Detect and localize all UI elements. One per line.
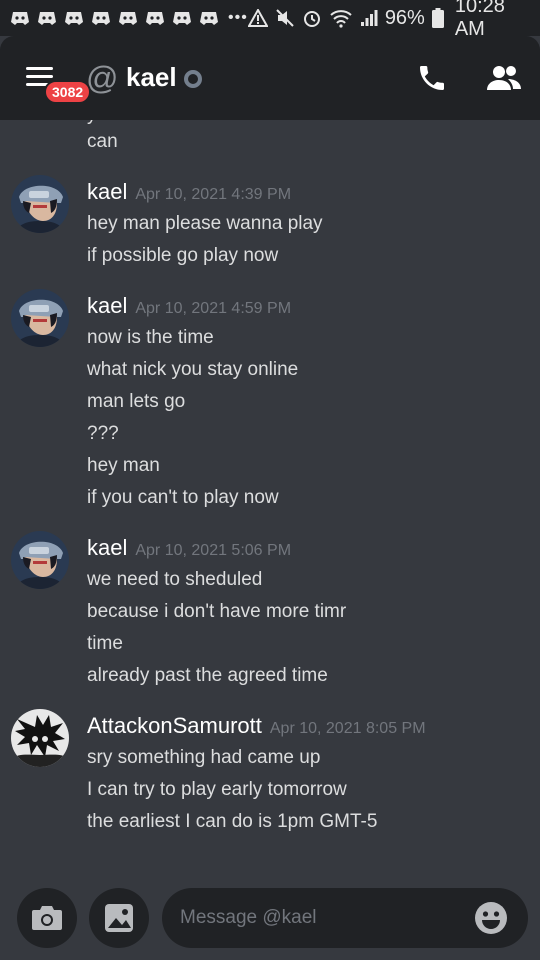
avatar[interactable] [11, 709, 69, 767]
message-list[interactable]: y can kael Apr 10, 2021 4:39 PM hey man p… [0, 120, 540, 860]
discord-notification-icon [37, 11, 57, 25]
message-timestamp: Apr 10, 2021 5:06 PM [135, 542, 292, 559]
phone-call-icon[interactable] [416, 62, 448, 94]
message-text: if possible go play now [87, 245, 279, 266]
message-text: I can try to play early tomorrow [87, 779, 347, 800]
channel-title: kael [126, 62, 177, 92]
discord-notification-icon [10, 11, 30, 25]
battery-level: 96% [384, 6, 425, 29]
message-author[interactable]: kael Apr 10, 2021 4:39 PM [87, 179, 291, 205]
clock: 10:28 AM [454, 0, 505, 40]
unread-count-badge: 3082 [44, 80, 92, 104]
message-text: ??? [87, 423, 119, 444]
message-text: can [87, 131, 118, 152]
message-timestamp: Apr 10, 2021 4:39 PM [135, 186, 292, 203]
warning-icon [247, 9, 268, 27]
message-text: if you can't to play now [87, 487, 279, 508]
offline-status-icon [184, 70, 202, 88]
discord-notification-icon [118, 11, 138, 25]
message-text: what nick you stay online [87, 359, 299, 380]
message-composer: Message @kael [0, 874, 540, 960]
notification-icons: ••• [10, 9, 248, 27]
message-text: man lets go [87, 391, 186, 412]
message-text: sry something had came up [87, 747, 321, 768]
discord-notification-icon [199, 11, 219, 25]
message-text: y [87, 120, 97, 126]
camera-button[interactable] [17, 888, 77, 948]
message-text: hey man [87, 455, 160, 476]
message-text: hey man please wanna play [87, 213, 323, 234]
message-text: time [87, 633, 123, 654]
author-name[interactable]: kael [87, 293, 127, 318]
channel-header: @ kael [0, 36, 540, 120]
wifi-icon [329, 8, 353, 28]
signal-icon [360, 9, 378, 27]
avatar[interactable] [11, 175, 69, 233]
message-input-placeholder: Message @kael [180, 907, 317, 928]
author-name[interactable]: AttackonSamurott [87, 713, 262, 738]
author-name[interactable]: kael [87, 535, 127, 560]
mute-icon [275, 8, 295, 28]
image-icon [105, 904, 133, 932]
hamburger-icon [26, 67, 53, 70]
message-author[interactable]: kael Apr 10, 2021 4:59 PM [87, 293, 291, 319]
discord-notification-icon [172, 11, 192, 25]
author-name[interactable]: kael [87, 179, 127, 204]
message-text: the earliest I can do is 1pm GMT-5 [87, 811, 378, 832]
message-text: already past the agreed time [87, 665, 328, 686]
discord-notification-icon [91, 11, 111, 25]
hamburger-icon-bar [26, 75, 53, 78]
avatar[interactable] [11, 289, 69, 347]
camera-icon [32, 906, 62, 930]
members-icon[interactable] [486, 64, 522, 92]
avatar[interactable] [11, 531, 69, 589]
message-text: we need to sheduled [87, 569, 263, 590]
gallery-button[interactable] [89, 888, 149, 948]
discord-notification-icon [145, 11, 165, 25]
emoji-icon[interactable] [474, 901, 508, 935]
system-status: 96% 10:28 AM [247, 0, 530, 41]
battery-icon [431, 8, 444, 28]
discord-notification-icon [64, 11, 84, 25]
message-author[interactable]: AttackonSamurott Apr 10, 2021 8:05 PM [87, 713, 426, 739]
alarm-icon [302, 8, 322, 28]
message-timestamp: Apr 10, 2021 4:59 PM [135, 300, 292, 317]
more-notifications-indicator: ••• [228, 9, 248, 26]
message-author[interactable]: kael Apr 10, 2021 5:06 PM [87, 535, 291, 561]
message-text: because i don't have more timr [87, 601, 347, 622]
message-timestamp: Apr 10, 2021 8:05 PM [269, 720, 426, 737]
message-input[interactable]: Message @kael [162, 888, 528, 948]
status-bar: ••• 96% 10:28 AM [0, 0, 540, 40]
message-text: now is the time [87, 327, 214, 348]
